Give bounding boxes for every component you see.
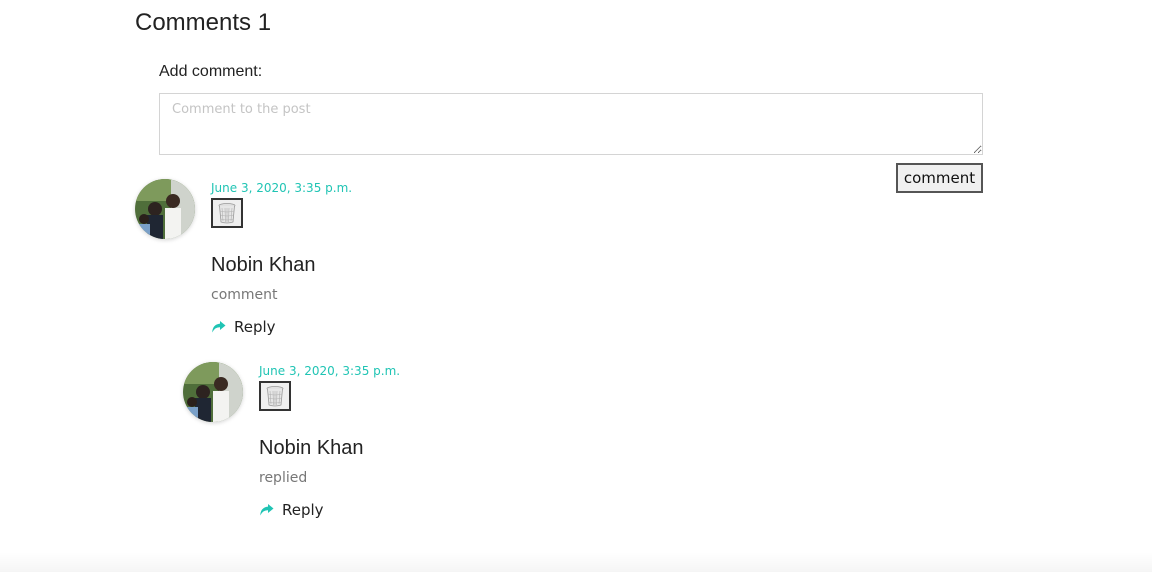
delete-reply-button[interactable]	[259, 381, 291, 411]
comment-date: June 3, 2020, 3:35 p.m.	[211, 181, 353, 195]
trash-icon	[218, 203, 236, 224]
avatar	[135, 179, 195, 239]
reply-arrow-icon	[260, 504, 274, 516]
comments-title: Comments 1	[135, 9, 272, 36]
reply-text: replied	[259, 470, 308, 486]
comment-text: comment	[211, 287, 278, 303]
comment-submit-button[interactable]: comment	[896, 163, 983, 193]
comments-section: Comments 1 Add comment: comment June 3, …	[0, 0, 1152, 572]
reply-label: Reply	[234, 318, 276, 336]
reply-button[interactable]: Reply	[259, 501, 324, 519]
footer-divider	[0, 552, 1152, 572]
avatar	[183, 362, 243, 422]
comment-author: Nobin Khan	[211, 254, 316, 276]
avatar-photo	[135, 179, 195, 239]
add-comment-label: Add comment:	[159, 63, 263, 80]
reply-date: June 3, 2020, 3:35 p.m.	[259, 364, 401, 378]
comment-textarea[interactable]	[159, 93, 983, 155]
avatar-photo	[183, 362, 243, 422]
trash-icon	[266, 386, 284, 407]
reply-button[interactable]: Reply	[211, 318, 276, 336]
delete-comment-button[interactable]	[211, 198, 243, 228]
reply-author: Nobin Khan	[259, 437, 364, 459]
reply-arrow-icon	[212, 321, 226, 333]
reply-label: Reply	[282, 501, 324, 519]
